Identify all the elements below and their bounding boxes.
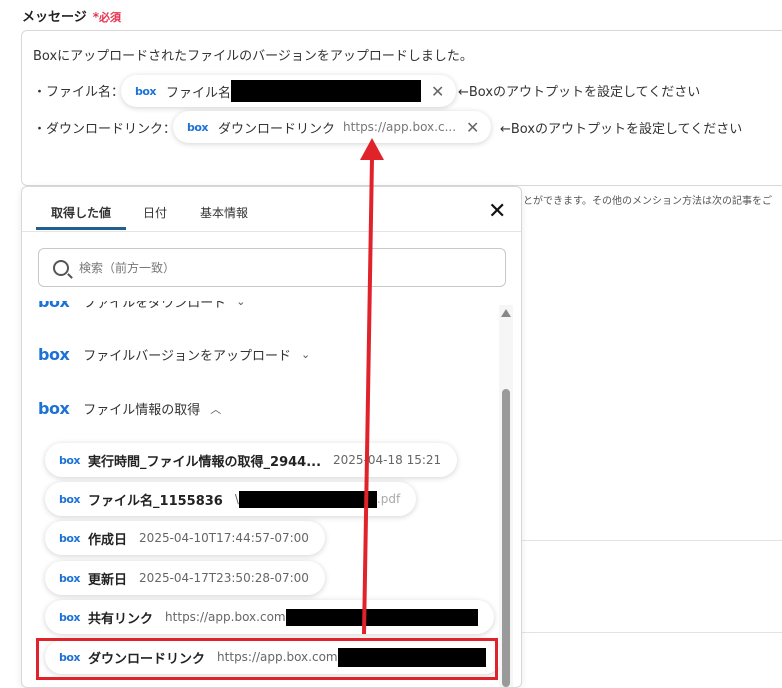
arrow-shaft — [362, 157, 374, 635]
annotation-arrow — [360, 138, 384, 635]
arrow-head — [360, 138, 384, 160]
